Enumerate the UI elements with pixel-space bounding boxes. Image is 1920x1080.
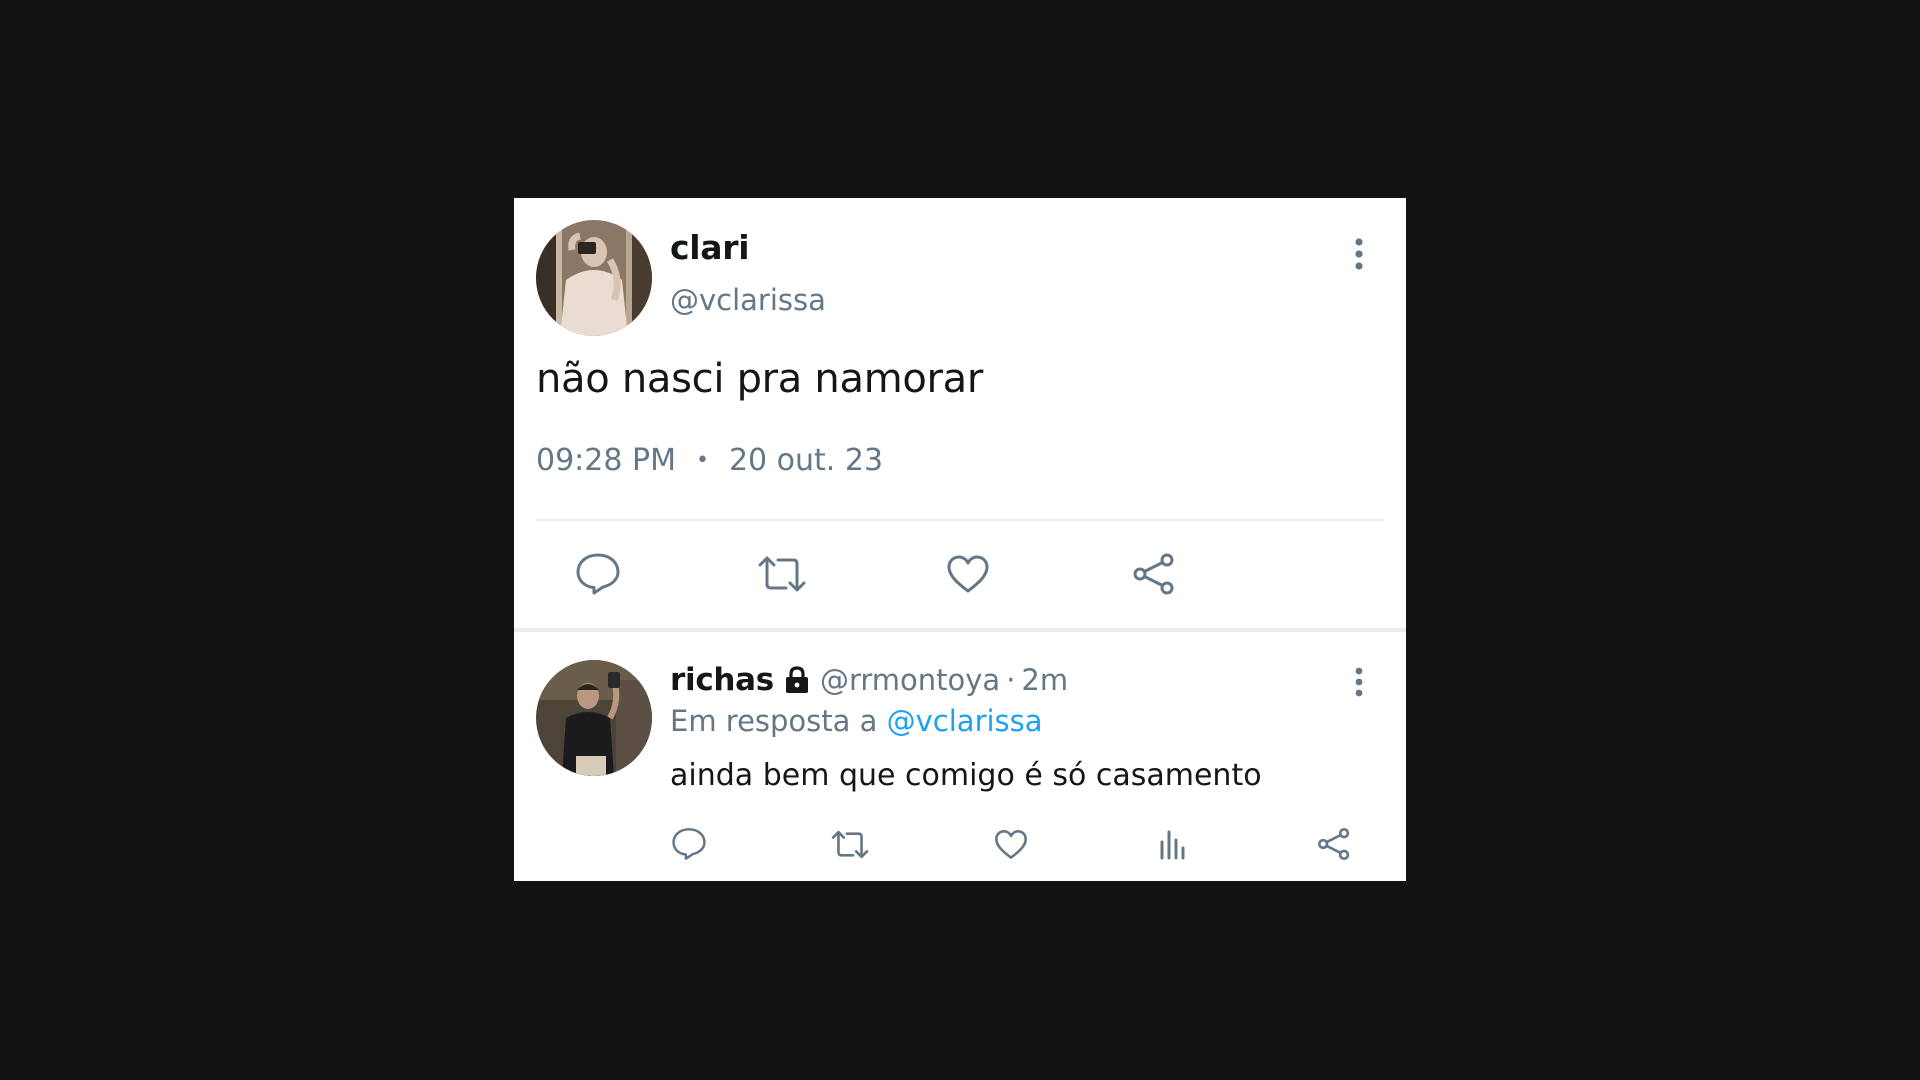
- avatar[interactable]: [536, 220, 652, 336]
- retweet-icon: [758, 556, 806, 592]
- tweet-card: clari @vclarissa não nasci pra namorar 0…: [514, 198, 1406, 881]
- user-handle[interactable]: @vclarissa: [670, 283, 826, 317]
- retweet-button[interactable]: [754, 546, 810, 602]
- share-icon: [1318, 828, 1350, 860]
- reply-age: 2m: [1021, 663, 1069, 697]
- main-tweet: clari @vclarissa não nasci pra namorar 0…: [514, 198, 1406, 628]
- reply-retweet-button[interactable]: [828, 822, 872, 866]
- tweet-date: 20 out. 23: [728, 443, 884, 478]
- reply-handle[interactable]: @rrmontoya: [820, 663, 1000, 697]
- section-divider: [514, 628, 1406, 632]
- avatar-photo: [536, 220, 652, 336]
- analytics-icon: [1160, 830, 1185, 860]
- more-options-button[interactable]: [1344, 232, 1374, 276]
- reply-reply-button[interactable]: [667, 822, 711, 866]
- tweet-timestamp: 09:28 PM • 20 out. 23: [536, 443, 883, 478]
- reply-share-button[interactable]: [1312, 822, 1356, 866]
- tweet-time: 09:28 PM: [536, 443, 676, 478]
- like-button[interactable]: [940, 546, 996, 602]
- reply-icon: [576, 553, 620, 595]
- divider: [536, 519, 1384, 521]
- more-vertical-icon: [1355, 238, 1363, 270]
- reply-stats-button[interactable]: [1151, 822, 1195, 866]
- display-name[interactable]: clari: [670, 228, 750, 267]
- reply-display-name[interactable]: richas: [670, 662, 774, 698]
- more-vertical-icon: [1355, 667, 1363, 697]
- tweet-text: não nasci pra namorar: [536, 356, 984, 402]
- reply-icon: [672, 828, 706, 860]
- reply-text: ainda bem que comigo é só casamento: [670, 758, 1262, 793]
- heart-icon: [947, 555, 989, 593]
- reply-more-options-button[interactable]: [1344, 660, 1374, 704]
- reply-button[interactable]: [570, 546, 626, 602]
- reply-like-button[interactable]: [989, 822, 1033, 866]
- lock-icon: [782, 665, 812, 695]
- share-button[interactable]: [1126, 546, 1182, 602]
- reply-separator: ·: [1006, 663, 1016, 697]
- reply-mention-link[interactable]: @vclarissa: [887, 704, 1043, 738]
- reply-context: Em resposta a @vclarissa: [670, 704, 1043, 738]
- screen: clari @vclarissa não nasci pra namorar 0…: [0, 0, 1920, 1080]
- reply-prefix: Em resposta a: [670, 704, 878, 738]
- reply-header: richas @rrmontoya · 2m: [670, 662, 1068, 698]
- share-icon: [1133, 553, 1174, 595]
- avatar-photo: [536, 660, 652, 776]
- reply-avatar[interactable]: [536, 660, 652, 776]
- meta-separator: •: [695, 448, 709, 473]
- heart-icon: [995, 829, 1027, 859]
- retweet-icon: [831, 830, 869, 858]
